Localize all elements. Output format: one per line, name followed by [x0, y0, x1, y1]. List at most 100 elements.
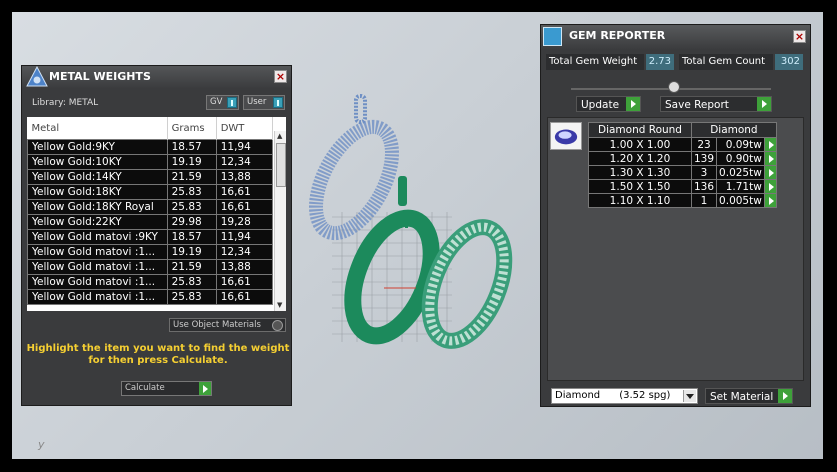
size-cell: 1.10 X 1.10 [588, 193, 692, 208]
column-header-stone[interactable]: Diamond [691, 122, 777, 138]
triangle-logo-icon [26, 66, 48, 87]
calculate-label: Calculate [125, 383, 165, 393]
gv-toggle[interactable]: GV [206, 95, 239, 110]
table-row[interactable]: Yellow Gold matovi :1... 21.59 13,88 [27, 259, 274, 275]
table-row[interactable]: Yellow Gold:9KY 18.57 11,94 [27, 139, 274, 155]
library-label: Library: METAL [32, 98, 99, 108]
user-toggle[interactable]: User [243, 95, 285, 110]
metal-cell: Yellow Gold matovi :9KY [27, 229, 168, 245]
table-row[interactable]: 1.00 X 1.00 23 0.09tw [588, 137, 777, 152]
dwt-cell: 13,88 [215, 169, 274, 185]
metal-weights-titlebar[interactable]: METAL WEIGHTS × [22, 66, 291, 88]
count-cell: 139 [690, 151, 718, 166]
count-cell: 23 [690, 137, 718, 152]
column-header-grams[interactable]: Grams [167, 117, 217, 140]
table-row[interactable]: Yellow Gold matovi :1... 25.83 16,61 [27, 274, 274, 290]
size-cell: 1.20 X 1.20 [588, 151, 692, 166]
gv-toggle-label: GV [210, 97, 223, 107]
use-object-materials-label: Use Object Materials [173, 320, 261, 330]
dwt-cell: 16,61 [215, 199, 274, 215]
metal-weights-title: METAL WEIGHTS [49, 70, 151, 83]
axis-glyph: y [38, 438, 45, 451]
dwt-cell: 12,34 [215, 154, 274, 170]
metal-cell: Yellow Gold:14KY [27, 169, 168, 185]
table-row[interactable]: 1.20 X 1.20 139 0.90tw [588, 151, 777, 166]
gem-reporter-panel: GEM REPORTER × Total Gem Weight 2.73 Tot… [540, 24, 811, 407]
play-arrow-icon[interactable] [763, 165, 777, 180]
metal-weights-panel: METAL WEIGHTS × Library: METAL GV User M… [21, 65, 292, 406]
grams-cell: 21.59 [166, 169, 217, 185]
material-select[interactable]: Diamond (3.52 spg) [551, 388, 698, 404]
metal-cell: Yellow Gold:9KY [27, 139, 168, 155]
dwt-cell: 16,61 [215, 289, 274, 305]
diamond-gem-icon[interactable] [550, 122, 582, 150]
table-row[interactable]: Yellow Gold matovi :1... 25.83 16,61 [27, 289, 274, 305]
use-object-materials-toggle[interactable]: Use Object Materials [169, 318, 286, 332]
play-arrow-icon[interactable] [763, 151, 777, 166]
metal-cell: Yellow Gold:18KY [27, 184, 168, 200]
table-row[interactable]: Yellow Gold:18KY Royal 25.83 16,61 [27, 199, 274, 215]
play-arrow-icon[interactable] [763, 137, 777, 152]
application-frame: METAL WEIGHTS × Library: METAL GV User M… [12, 12, 823, 459]
weight-cell: 0.005tw [716, 193, 765, 208]
close-icon[interactable]: × [274, 70, 287, 83]
gem-reporter-title: GEM REPORTER [569, 29, 666, 42]
chevron-down-icon[interactable] [683, 390, 696, 402]
close-icon[interactable]: × [793, 30, 806, 43]
material-select-value: Diamond (3.52 spg) [555, 390, 671, 401]
grams-cell: 19.19 [166, 244, 217, 260]
grams-cell: 18.57 [166, 229, 217, 245]
scroll-thumb[interactable] [276, 143, 286, 187]
grams-cell: 25.83 [166, 274, 217, 290]
grams-cell: 25.83 [166, 184, 217, 200]
total-gem-count-value: 302 [775, 54, 803, 70]
table-row[interactable]: 1.30 X 1.30 3 0.025tw [588, 165, 777, 180]
total-gem-weight-label: Total Gem Weight [546, 54, 644, 70]
dwt-cell: 16,61 [215, 184, 274, 200]
play-arrow-icon[interactable] [763, 193, 777, 208]
table-row[interactable]: Yellow Gold:10KY 19.19 12,34 [27, 154, 274, 170]
set-material-button[interactable]: Set Material [705, 388, 793, 404]
gem-list-area: Diamond Round Diamond 1.00 X 1.00 23 0.09t… [547, 117, 804, 381]
total-gem-weight-value: 2.73 [646, 54, 674, 70]
play-arrow-icon [199, 382, 211, 395]
dwt-cell: 13,88 [215, 259, 274, 275]
table-row[interactable]: 1.50 X 1.50 136 1.71tw [588, 179, 777, 194]
column-header-metal[interactable]: Metal [27, 117, 168, 140]
play-arrow-icon [778, 389, 792, 403]
toggle-switch-icon [227, 97, 237, 108]
size-cell: 1.00 X 1.00 [588, 137, 692, 152]
metal-cell: Yellow Gold:18KY Royal [27, 199, 168, 215]
table-row[interactable]: 1.10 X 1.10 1 0.005tw [588, 193, 777, 208]
dwt-cell: 11,94 [215, 229, 274, 245]
weight-cell: 0.025tw [716, 165, 765, 180]
table-row[interactable]: Yellow Gold:14KY 21.59 13,88 [27, 169, 274, 185]
table-row[interactable]: Yellow Gold matovi :1... 19.19 12,34 [27, 244, 274, 260]
calculate-button[interactable]: Calculate [121, 381, 212, 396]
size-cell: 1.30 X 1.30 [588, 165, 692, 180]
slider-knob[interactable] [668, 81, 680, 93]
play-arrow-icon[interactable] [763, 179, 777, 194]
metal-cell: Yellow Gold matovi :1... [27, 289, 168, 305]
gem-reporter-titlebar[interactable]: GEM REPORTER × [541, 25, 810, 49]
count-cell: 136 [690, 179, 718, 194]
gem-table: Diamond Round Diamond 1.00 X 1.00 23 0.09t… [588, 122, 777, 208]
grams-cell: 25.83 [166, 289, 217, 305]
gem-reporter-logo-icon [543, 27, 562, 46]
table-row[interactable]: Yellow Gold:18KY 25.83 16,61 [27, 184, 274, 200]
metal-cell: Yellow Gold matovi :1... [27, 244, 168, 260]
table-row[interactable]: Yellow Gold:22KY 29.98 19,28 [27, 214, 274, 230]
table-row[interactable]: Yellow Gold matovi :9KY 18.57 11,94 [27, 229, 274, 245]
scroll-down-arrow-icon[interactable]: ▼ [277, 302, 282, 309]
update-button[interactable]: Update [576, 96, 641, 112]
grams-cell: 19.19 [166, 154, 217, 170]
save-report-button[interactable]: Save Report [660, 96, 772, 112]
column-header-dwt[interactable]: DWT [216, 117, 274, 140]
scroll-up-arrow-icon[interactable]: ▲ [277, 133, 282, 140]
metal-table: Metal Grams DWT Yellow Gold:9KY 18.57 11,9… [27, 117, 286, 311]
metal-table-scrollbar[interactable]: ▲ ▼ [274, 131, 286, 311]
play-arrow-icon [757, 97, 771, 111]
save-report-label: Save Report [665, 99, 729, 111]
grams-cell: 21.59 [166, 259, 217, 275]
column-header-shape[interactable]: Diamond Round [588, 122, 692, 138]
